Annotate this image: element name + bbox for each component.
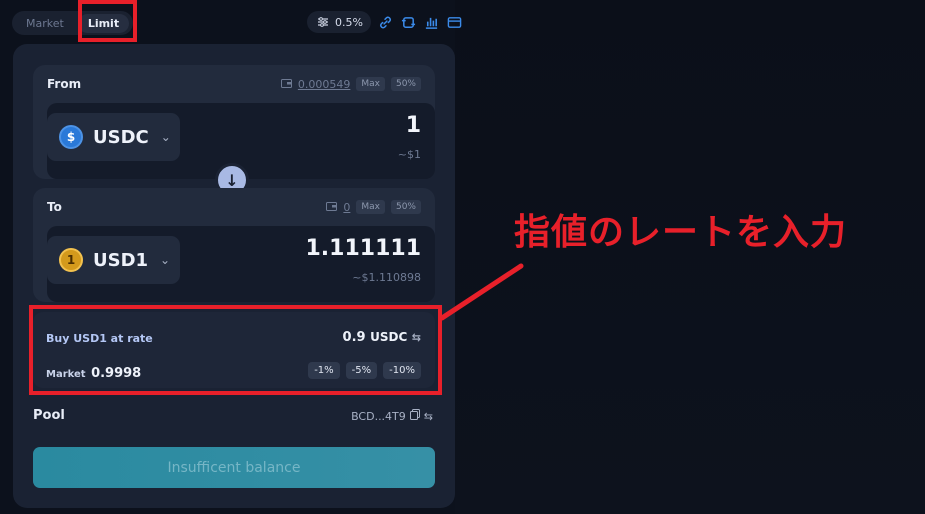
chevron-down-icon: ⌄ — [160, 130, 171, 144]
top-toolbar: 0.5% — [307, 11, 463, 33]
copy-icon[interactable] — [409, 409, 420, 423]
from-balance-value[interactable]: 0.000549 — [298, 78, 351, 91]
link-icon[interactable] — [378, 14, 394, 30]
annotation-text: 指値のレートを入力 — [514, 212, 848, 253]
swap-route-icon[interactable] — [401, 14, 417, 30]
wallet-icon — [280, 78, 292, 91]
from-label: From — [47, 77, 82, 91]
swap-arrows-icon[interactable]: ⇆ — [424, 410, 433, 423]
from-amount-input[interactable]: 1 — [406, 113, 421, 138]
to-max-button[interactable]: Max — [356, 200, 385, 214]
usd1-coin-icon: 1 — [59, 248, 83, 272]
chevron-down-icon: ⌄ — [160, 253, 171, 267]
slippage-button[interactable]: 0.5% — [307, 11, 371, 33]
to-usd-value: ~$1.110898 — [352, 271, 421, 284]
pool-label: Pool — [33, 408, 65, 423]
pool-value: BCD...4T9 — [351, 409, 406, 423]
slippage-value: 0.5% — [335, 15, 363, 29]
swap-panel: From 0.000549 Max 50% $ USDC ⌄ 1 ~$1 ↓ T… — [13, 44, 455, 508]
to-amount-input[interactable]: 1.111111 — [305, 236, 421, 261]
from-token-select[interactable]: $ USDC ⌄ — [47, 113, 180, 161]
to-balance-value[interactable]: 0 — [343, 201, 350, 214]
settings-sliders-icon — [315, 14, 331, 30]
card-icon[interactable] — [447, 14, 463, 30]
limit-tab-highlight — [78, 0, 137, 42]
to-balance: 0 Max 50% — [326, 200, 421, 214]
arrow-down-icon: ↓ — [225, 170, 239, 190]
from-balance: 0.000549 Max 50% — [280, 77, 421, 91]
to-token-name: USD1 — [93, 249, 149, 271]
background-area — [455, 0, 925, 514]
from-half-button[interactable]: 50% — [390, 77, 421, 91]
to-label: To — [47, 200, 62, 214]
bar-chart-icon[interactable] — [424, 14, 440, 30]
from-usd-value: ~$1 — [397, 148, 421, 161]
to-input-area: 1 USD1 ⌄ 1.111111 ~$1.110898 — [47, 226, 435, 302]
from-section: From 0.000549 Max 50% $ USDC ⌄ 1 ~$1 — [33, 65, 435, 179]
pool-info: BCD...4T9 ⇆ — [351, 409, 433, 423]
wallet-icon — [326, 201, 338, 214]
from-max-button[interactable]: Max — [356, 77, 385, 91]
to-token-select[interactable]: 1 USD1 ⌄ — [47, 236, 180, 284]
submit-button[interactable]: Insufficent balance — [33, 447, 435, 488]
to-section: To 0 Max 50% 1 USD1 ⌄ 1.111111 ~$1.11089… — [33, 188, 435, 302]
tab-market[interactable]: Market — [16, 14, 74, 33]
rate-highlight — [29, 305, 442, 395]
from-token-name: USDC — [93, 126, 149, 148]
usdc-coin-icon: $ — [59, 125, 83, 149]
to-half-button[interactable]: 50% — [390, 200, 421, 214]
